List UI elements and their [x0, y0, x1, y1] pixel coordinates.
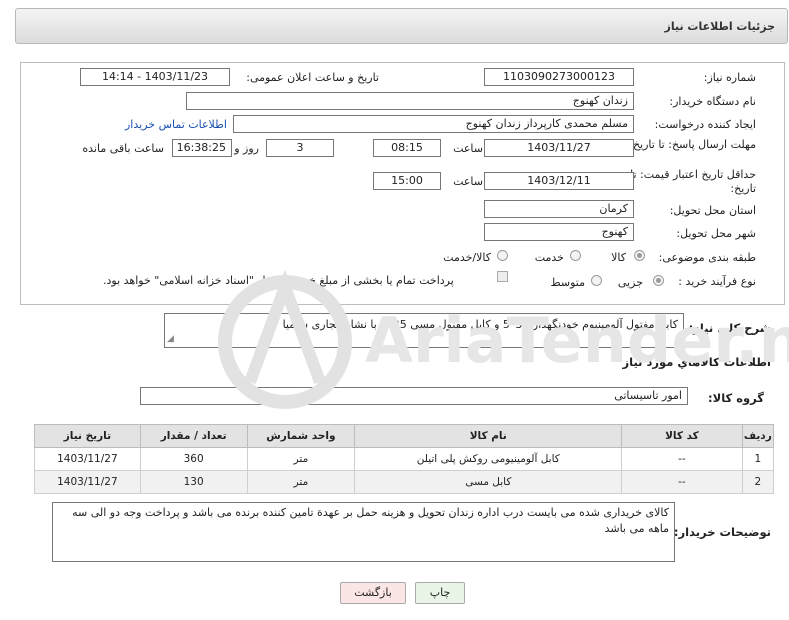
validity-time-label: ساعت	[453, 175, 483, 188]
announce-label: تاریخ و ساعت اعلان عمومی:	[246, 71, 379, 84]
back-button[interactable]: بازگشت	[340, 582, 406, 604]
category-radio-goods[interactable]	[634, 250, 645, 261]
col-name: نام کالا	[354, 424, 623, 448]
cell-unit: متر	[246, 447, 356, 471]
summary-label: شرح کلي نياز:	[688, 321, 771, 335]
remaining-label: ساعت باقی مانده	[82, 142, 164, 155]
process-option-medium: متوسط	[550, 276, 585, 289]
requester-label: ایجاد کننده درخواست:	[654, 118, 756, 131]
requester-field: مسلم محمدی کارپرداز زندان کهنوج	[233, 115, 634, 133]
category-option-service: خدمت	[534, 251, 564, 264]
validity-date-field: 1403/12/11	[484, 172, 634, 190]
days-field: 3	[266, 139, 334, 157]
category-radio-goods-service[interactable]	[497, 250, 508, 261]
cell-qty: 360	[139, 447, 248, 471]
col-code: کد کالا	[621, 424, 743, 448]
goods-group-label: گروه کالا:	[708, 391, 764, 405]
col-unit: واحد شمارش	[246, 424, 356, 448]
col-row: ردیف	[741, 424, 775, 448]
cell-code: --	[621, 447, 743, 471]
days-label: روز و	[234, 142, 259, 155]
category-option-goods-service: کالا/خدمت	[443, 251, 491, 264]
cell-name: کابل مسی	[354, 470, 623, 494]
validity-label: حداقل تاریخ اعتبار قیمت: تا تاریخ:	[630, 168, 756, 195]
remaining-time-field: 16:38:25	[172, 139, 232, 157]
col-date: تاریخ نیاز	[34, 424, 141, 448]
items-table: ردیف کد کالا نام کالا واحد شمارش تعداد /…	[34, 424, 775, 494]
table-header-row: ردیف کد کالا نام کالا واحد شمارش تعداد /…	[34, 424, 775, 448]
category-option-goods: کالا	[611, 251, 626, 264]
need-number-label: شماره نیاز:	[703, 71, 756, 84]
cell-name: کابل آلومینیومی روکش پلی اتیلن	[354, 447, 623, 471]
validity-time-field: 15:00	[373, 172, 441, 190]
cell-date: 1403/11/27	[34, 470, 141, 494]
page-title: جزئیات اطلاعات نیاز	[664, 20, 776, 33]
process-radio-minor[interactable]	[653, 275, 664, 286]
deadline-time-field: 08:15	[373, 139, 441, 157]
cell-code: --	[621, 470, 743, 494]
city-label: شهر محل تحویل:	[676, 227, 756, 240]
table-row: 2 -- کابل مسی متر 130 1403/11/27	[34, 470, 775, 494]
page-header: جزئیات اطلاعات نیاز	[15, 8, 788, 44]
treasury-payment-note: پرداخت تمام یا بخشی از مبلغ خرید،از محل …	[103, 274, 454, 287]
cell-row: 2	[741, 470, 775, 494]
items-section-title: اطلاعات کالاهاي مورد نياز	[622, 355, 771, 369]
announce-field: 1403/11/23 - 14:14	[80, 68, 230, 86]
summary-field: کابل مفتول آلومینیوم خودنگهدار 35*5 و کا…	[164, 313, 684, 348]
province-field: کرمان	[484, 200, 634, 218]
category-radio-service[interactable]	[570, 250, 581, 261]
resize-grip-icon: ◢	[167, 334, 174, 344]
contact-buyer-link[interactable]: اطلاعات تماس خریدار	[125, 118, 227, 131]
table-row: 1 -- کابل آلومینیومی روکش پلی اتیلن متر …	[34, 447, 775, 471]
process-label: نوع فرآیند خرید :	[678, 275, 756, 288]
buyer-notes-label: توضیحات خریدار:	[673, 525, 771, 539]
deadline-label: مهلت ارسال پاسخ: تا تاریخ:	[629, 138, 756, 151]
print-button[interactable]: چاپ	[415, 582, 465, 604]
col-qty: تعداد / مقدار	[139, 424, 248, 448]
cell-unit: متر	[246, 470, 356, 494]
process-option-minor: جزیی	[617, 276, 643, 289]
deadline-date-field: 1403/11/27	[484, 139, 634, 157]
buyer-field: زندان کهنوج	[186, 92, 634, 110]
treasury-payment-checkbox[interactable]	[497, 271, 508, 282]
process-radio-medium[interactable]	[591, 275, 602, 286]
buyer-notes-field: کالای خریداری شده می بایست درب اداره زند…	[52, 502, 675, 562]
need-number-field: 1103090273000123	[484, 68, 634, 86]
cell-qty: 130	[139, 470, 248, 494]
province-label: استان محل تحویل:	[669, 204, 756, 217]
goods-group-field: امور تاسیساتی	[140, 387, 688, 405]
deadline-time-label: ساعت	[453, 142, 483, 155]
cell-row: 1	[741, 447, 775, 471]
city-field: کهنوج	[484, 223, 634, 241]
cell-date: 1403/11/27	[34, 447, 141, 471]
buyer-label: نام دستگاه خریدار:	[669, 95, 756, 108]
category-label: طبقه بندی موضوعی:	[658, 251, 756, 264]
